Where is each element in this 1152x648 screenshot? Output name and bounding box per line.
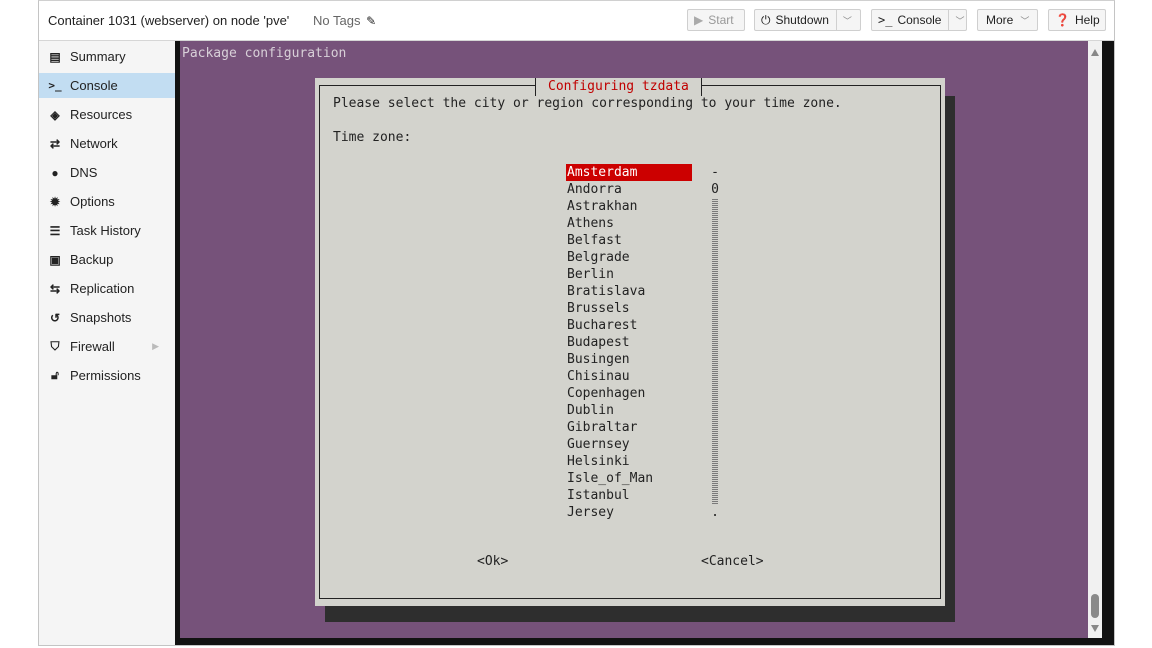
chevron-down-icon: ﹀ [1020, 15, 1030, 26]
list-item[interactable]: Busingen [566, 351, 696, 368]
sidebar-item-resources[interactable]: ◈ Resources [39, 102, 175, 127]
floppy-icon: ▣ [49, 252, 61, 267]
list-item[interactable]: Brussels [566, 300, 696, 317]
list-item[interactable]: Chisinau [566, 368, 696, 385]
page-title: Container 1031 (webserver) on node 'pve' [48, 13, 290, 28]
sidebar-item-replication[interactable]: ⇆ Replication [39, 276, 175, 301]
play-icon: ▶ [694, 13, 704, 27]
book-icon: ▤ [49, 49, 61, 64]
list-item[interactable]: Istanbul [566, 487, 696, 504]
gear-icon: ✹ [49, 194, 61, 209]
list-item[interactable]: Athens [566, 215, 696, 232]
list-item[interactable]: Guernsey [566, 436, 696, 453]
globe-icon: ● [51, 165, 59, 180]
list-item[interactable]: Belfast [566, 232, 696, 249]
time-zone-label: Time zone: [333, 130, 412, 145]
sidebar-item-console[interactable]: >_ Console [39, 73, 175, 98]
more-button[interactable]: More ﹀ [977, 9, 1038, 31]
list-scrollbar[interactable]: - 0 . [710, 164, 720, 520]
history-icon: ↺ [49, 310, 61, 325]
console-scrollbar[interactable] [1088, 41, 1102, 638]
list-item[interactable]: Budapest [566, 334, 696, 351]
ok-button[interactable]: <Ok> [477, 554, 508, 569]
list-item[interactable]: Helsinki [566, 453, 696, 470]
sidebar-item-summary[interactable]: ▤ Summary [39, 44, 175, 69]
header-toolbar: Container 1031 (webserver) on node 'pve'… [39, 1, 1114, 41]
list-item[interactable]: Astrakhan [566, 198, 696, 215]
retweet-icon: ⇆ [49, 281, 61, 296]
list-icon: ☰ [49, 223, 61, 238]
list-item[interactable]: Copenhagen [566, 385, 696, 402]
sidebar-item-permissions[interactable]: 🔓︎ Permissions [39, 363, 175, 388]
scroll-position-mark: 0 [711, 182, 719, 197]
tzdata-dialog: Configuring tzdata Please select the cit… [315, 78, 945, 606]
sidebar-item-firewall[interactable]: ⛉ Firewall ▶ [39, 334, 175, 359]
sidebar-item-options[interactable]: ✹ Options [39, 189, 175, 214]
list-item[interactable]: Berlin [566, 266, 696, 283]
sidebar-item-backup[interactable]: ▣ Backup [39, 247, 175, 272]
dialog-prompt: Please select the city or region corresp… [333, 96, 842, 111]
shutdown-button[interactable]: ⏻ Shutdown ﹀ [754, 9, 861, 31]
exchange-icon: ⇄ [49, 136, 61, 151]
tags-label: No Tags [313, 13, 361, 28]
dialog-title: Configuring tzdata [535, 78, 702, 96]
list-item[interactable]: Andorra [566, 181, 696, 198]
scroll-up-icon[interactable] [1091, 49, 1099, 56]
list-item[interactable]: Bratislava [566, 283, 696, 300]
shield-icon: ⛉ [50, 339, 60, 353]
list-item[interactable]: Jersey [566, 504, 696, 521]
list-item[interactable]: Gibraltar [566, 419, 696, 436]
list-item[interactable]: Belgrade [566, 249, 696, 266]
chevron-down-icon[interactable]: ﹀ [948, 10, 970, 30]
cube-icon: ◈ [50, 107, 60, 122]
scroll-track [712, 199, 718, 504]
list-item[interactable]: Isle_of_Man [566, 470, 696, 487]
chevron-right-icon: ▶ [152, 341, 159, 351]
sidebar-item-network[interactable]: ⇄ Network [39, 131, 175, 156]
pencil-icon[interactable]: ✎ [366, 14, 376, 28]
sidebar-item-task-history[interactable]: ☰ Task History [39, 218, 175, 243]
list-item[interactable]: Amsterdam [566, 164, 692, 181]
list-item[interactable]: Dublin [566, 402, 696, 419]
scrollbar-thumb[interactable] [1091, 594, 1099, 618]
sidebar-item-dns[interactable]: ● DNS [39, 160, 175, 185]
power-icon: ⏻ [761, 12, 771, 27]
terminal-screen[interactable]: Package configuration Configuring tzdata… [180, 41, 1088, 638]
sidebar-item-snapshots[interactable]: ↺ Snapshots [39, 305, 175, 330]
screen-title: Package configuration [182, 46, 347, 61]
chevron-down-icon[interactable]: ﹀ [835, 10, 858, 30]
console-button[interactable]: >_ Console ﹀ [871, 9, 967, 31]
scroll-down-icon[interactable] [1091, 625, 1099, 632]
scroll-top-mark: - [711, 165, 719, 180]
timezone-list[interactable]: Amsterdam Andorra Astrakhan Athens Belfa… [566, 164, 696, 521]
terminal-icon: >_ [878, 13, 893, 27]
question-circle-icon: ❓ [1055, 13, 1070, 27]
app-window: Container 1031 (webserver) on node 'pve'… [38, 0, 1115, 646]
tags-editor[interactable]: No Tags ✎ [313, 13, 376, 28]
scroll-bottom-mark: . [711, 505, 719, 520]
help-button[interactable]: ❓ Help [1048, 9, 1106, 31]
console-panel[interactable]: Package configuration Configuring tzdata… [175, 41, 1114, 645]
list-item[interactable]: Bucharest [566, 317, 696, 334]
start-button[interactable]: ▶ Start [687, 9, 745, 31]
terminal-icon: >_ [48, 79, 62, 92]
unlock-icon: 🔓︎ [51, 368, 59, 382]
sidebar: ▤ Summary >_ Console ◈ Resources ⇄ Network ●… [39, 41, 176, 645]
cancel-button[interactable]: <Cancel> [701, 554, 764, 569]
